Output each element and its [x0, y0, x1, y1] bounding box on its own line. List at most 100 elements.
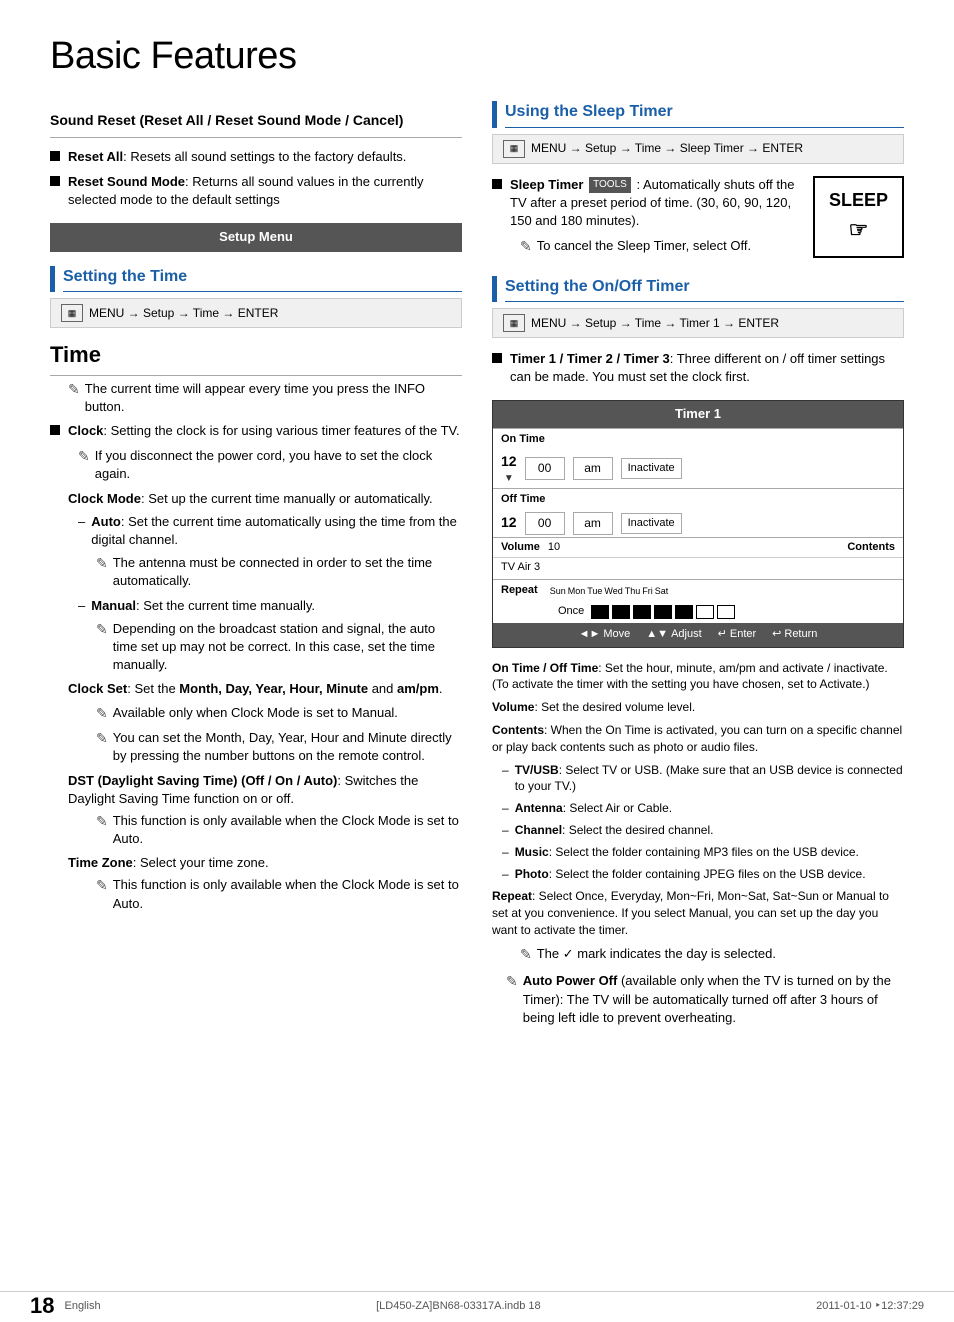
- note-icon5: ✎: [96, 704, 108, 724]
- month-note: ✎ You can set the Month, Day, Year, Hour…: [68, 729, 462, 765]
- on-min-cell: 00: [525, 457, 565, 480]
- sleep-timer-content: SLEEP ☞ Sleep Timer TOOLS : Automaticall…: [492, 176, 904, 266]
- photo-desc: : Select the folder containing JPEG file…: [549, 867, 866, 881]
- clock-bullet: Clock: Setting the clock is for using va…: [50, 422, 462, 440]
- timezone-block: Time Zone: Select your time zone. ✎ This…: [50, 854, 462, 913]
- clock-mode-text: Clock Mode: Set up the current time manu…: [68, 490, 462, 508]
- return-label: Return: [784, 627, 817, 642]
- clock-bold: Clock: [68, 423, 103, 438]
- footer-date: 2011-01-10 ‣12:37:29: [816, 1299, 924, 1314]
- on-off-timer-section: Setting the On/Off Timer ▦ MENU → Setup …: [492, 276, 904, 1027]
- dst-note: ✎ This function is only available when t…: [68, 812, 462, 848]
- timer123-bold: Timer 1 / Timer 2 / Timer 3: [510, 351, 670, 366]
- on-off-timer-title: Setting the On/Off Timer: [505, 276, 904, 302]
- note-icon6: ✎: [96, 729, 108, 749]
- vol-bold: Volume: [492, 700, 534, 714]
- note-icon4: ✎: [96, 620, 108, 640]
- fri-label: Fri: [642, 585, 653, 598]
- autopower-bold: Auto Power Off: [523, 973, 618, 988]
- on-off-time-desc: On Time / Off Time: Set the hour, minute…: [492, 660, 904, 694]
- note-icon-sleep: ✎: [520, 237, 532, 257]
- cancel-note: ✎ To cancel the Sleep Timer, select Off.: [492, 237, 801, 257]
- move-label: Move: [603, 627, 630, 642]
- nav-return: ↩ Return: [772, 627, 817, 642]
- timezone-note-text: This function is only available when the…: [113, 876, 462, 912]
- on-status-btn[interactable]: Inactivate: [621, 458, 682, 479]
- adjust-arrow-icon: ▲▼: [646, 627, 668, 642]
- volume-desc: Volume: Set the desired volume level.: [492, 699, 904, 716]
- sleep-hand-icon: ☞: [829, 215, 888, 246]
- check-note: ✎ The ✓ mark indicates the day is select…: [492, 945, 904, 965]
- month-text: You can set the Month, Day, Year, Hour a…: [113, 729, 462, 765]
- lang-label: English: [64, 1299, 100, 1314]
- timezone-bold: Time Zone: [68, 855, 133, 870]
- on-off-timer-header: Setting the On/Off Timer: [492, 276, 904, 302]
- reset-sound-mode-bullet: Reset Sound Mode: Returns all sound valu…: [50, 173, 462, 209]
- cancel-text: To cancel the Sleep Timer, select Off.: [537, 237, 751, 255]
- on-hour-cell: 12 ▼: [501, 452, 517, 486]
- disconnect-text: If you disconnect the power cord, you ha…: [95, 447, 462, 483]
- manual-bold: Manual: [91, 598, 136, 613]
- sun-cell: [591, 605, 609, 619]
- timer-table: Timer 1 On Time 12 ▼ 00 am Inactivate: [492, 400, 904, 647]
- timer-nav-bar: ◄► Move ▲▼ Adjust ↵ Enter ↩: [493, 623, 903, 646]
- music-desc: : Select the folder containing MP3 files…: [549, 845, 859, 859]
- nav-adjust: ▲▼ Adjust: [646, 627, 701, 642]
- clock-set-block: Clock Set: Set the Month, Day, Year, Hou…: [50, 680, 462, 765]
- menu-icon: ▦: [61, 304, 83, 322]
- broadcast-note: ✎ Depending on the broadcast station and…: [68, 620, 462, 675]
- clock-desc: : Setting the clock is for using various…: [103, 423, 459, 438]
- square-bullet-clock: [50, 425, 60, 435]
- blue-bar-onoff: [492, 276, 497, 302]
- timezone-text: Time Zone: Select your time zone.: [68, 854, 462, 872]
- page-title: Basic Features: [50, 30, 904, 83]
- antenna-text: Antenna: Select Air or Cable.: [515, 800, 672, 817]
- footer-file: [LD450-ZA]BN68-03317A.indb 18: [376, 1299, 541, 1314]
- note-icon: ✎: [68, 380, 80, 400]
- antenna-text: The antenna must be connected in order t…: [113, 554, 462, 590]
- on-hour: 12: [501, 452, 517, 472]
- setting-time-title: Setting the Time: [63, 266, 462, 292]
- sleep-bold: Sleep Timer: [510, 177, 583, 192]
- sleep-display-box: SLEEP ☞: [813, 176, 904, 258]
- contents-bold: Contents: [492, 723, 544, 737]
- onoff-menu-icon: ▦: [503, 314, 525, 332]
- down-arrow: ▼: [504, 472, 514, 486]
- fri-cell: [696, 605, 714, 619]
- thu-cell: [675, 605, 693, 619]
- volume-label: Volume: [501, 540, 540, 555]
- page-number: 18: [30, 1291, 54, 1322]
- timer123-bullet: Timer 1 / Timer 2 / Timer 3: Three diffe…: [492, 350, 904, 386]
- vol-contents-row: Volume 10 Contents: [493, 537, 903, 557]
- auto-bold: Auto: [91, 514, 121, 529]
- clock-set-and: and: [368, 681, 397, 696]
- sleep-label: SLEEP: [829, 190, 888, 210]
- setup-menu-bar: Setup Menu: [50, 223, 462, 251]
- reset-sound-mode-bold: Reset Sound Mode: [68, 174, 185, 189]
- off-status-btn[interactable]: Inactivate: [621, 513, 682, 534]
- tvusb-item: TV/USB: Select TV or USB. (Make sure tha…: [492, 762, 904, 796]
- channel-item: Channel: Select the desired channel.: [492, 822, 904, 839]
- off-time-row: 12 00 am Inactivate: [493, 510, 903, 537]
- disconnect-note: ✎ If you disconnect the power cord, you …: [50, 447, 462, 483]
- repeat-text: : Select Once, Everyday, Mon~Fri, Mon~Sa…: [492, 889, 889, 937]
- clock-mode-block: Clock Mode: Set up the current time manu…: [50, 490, 462, 675]
- tools-badge: TOOLS: [589, 177, 631, 193]
- dst-block: DST (Daylight Saving Time) (Off / On / A…: [50, 772, 462, 849]
- off-time-label: Off Time: [493, 488, 903, 510]
- sleep-timer-header: Using the Sleep Timer: [492, 101, 904, 127]
- timezone-desc: : Select your time zone.: [133, 855, 269, 870]
- music-bold: Music: [515, 845, 549, 859]
- off-ampm-cell: am: [573, 512, 613, 535]
- clock-set-bold: Clock Set: [68, 681, 127, 696]
- note-icon-autopower: ✎: [506, 972, 518, 992]
- antenna-bold: Antenna: [515, 801, 563, 815]
- sleep-path-text: MENU → Setup → Time → Sleep Timer → ENTE…: [531, 140, 803, 157]
- square-bullet-icon2: [50, 176, 60, 186]
- sound-reset-title: Sound Reset (Reset All / Reset Sound Mod…: [50, 111, 462, 131]
- onoff-path-text: MENU → Setup → Time → Timer 1 → ENTER: [531, 315, 779, 332]
- move-arrow-icon: ◄►: [579, 627, 601, 642]
- nav-enter: ↵ Enter: [718, 627, 757, 642]
- left-column: Sound Reset (Reset All / Reset Sound Mod…: [50, 101, 462, 1033]
- days-checkboxes: Once: [493, 602, 903, 623]
